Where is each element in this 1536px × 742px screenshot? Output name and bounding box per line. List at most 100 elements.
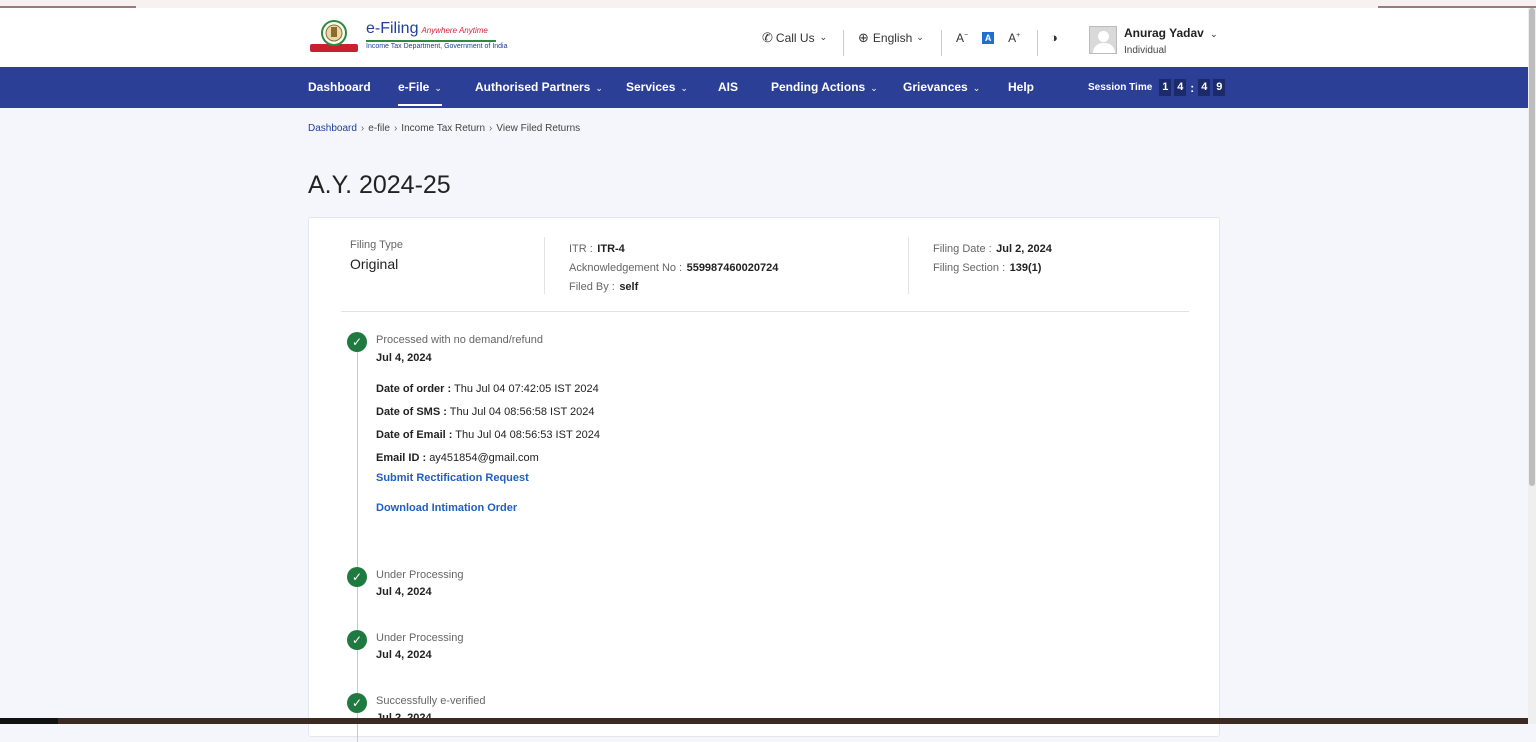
language-label: English — [872, 30, 913, 45]
filing-date-block: Filing Date : Jul 2, 2024 Filing Section… — [933, 239, 1052, 277]
logo-underline — [366, 40, 496, 42]
email-date-value: Thu Jul 04 08:56:53 IST 2024 — [455, 429, 601, 441]
email-value: ay451854@gmail.com — [429, 452, 539, 464]
session-colon: : — [1190, 80, 1195, 95]
timeline-date: Jul 4, 2024 — [376, 352, 432, 364]
nav-item-services[interactable]: Services ⌄ — [626, 67, 688, 108]
email-id: Email ID : ay451854@gmail.com — [376, 452, 539, 464]
chevron-down-icon: ⌄ — [434, 83, 442, 93]
site-header: e-Filing Anywhere Anytime Income Tax Depa… — [0, 8, 1528, 67]
breadcrumb-separator: › — [489, 123, 493, 134]
order-value: Thu Jul 04 07:42:05 IST 2024 — [454, 383, 599, 395]
itr-label: ITR : — [569, 243, 593, 255]
order-label: Date of order : — [376, 383, 452, 395]
nav-item-dashboard[interactable]: Dashboard — [308, 67, 371, 108]
breadcrumb-separator: › — [360, 123, 365, 134]
scrollbar-thumb[interactable] — [1529, 8, 1535, 486]
font-default-button[interactable]: A — [982, 31, 995, 44]
efiling-logo[interactable]: e-Filing Anywhere Anytime Income Tax Depa… — [308, 16, 508, 58]
language-selector[interactable]: ⊕ English ⌄ — [858, 8, 924, 67]
national-emblem-icon — [310, 20, 358, 52]
avatar-body — [1093, 43, 1115, 53]
session-label: Session Time — [1088, 82, 1153, 93]
chevron-down-icon: ⌄ — [595, 83, 603, 93]
timeline-date: Jul 4, 2024 — [376, 649, 432, 661]
header-divider — [843, 30, 844, 56]
nav-item-efile[interactable]: e-File ⌄ — [398, 67, 442, 108]
timeline-status: Under Processing — [376, 569, 464, 581]
nav-label: Dashboard — [308, 80, 371, 94]
nav-item-pending-actions[interactable]: Pending Actions ⌄ — [771, 67, 878, 108]
nav-item-grievances[interactable]: Grievances ⌄ — [903, 67, 980, 108]
chevron-down-icon: ⌄ — [819, 32, 828, 42]
check-icon: ✓ — [347, 630, 367, 650]
timeline-date: Jul 4, 2024 — [376, 586, 432, 598]
nav-label: Pending Actions — [771, 80, 866, 94]
logo-tagline: Anywhere Anytime — [421, 26, 488, 35]
timeline-status: Under Processing — [376, 632, 464, 644]
font-decrease-button[interactable]: A− — [956, 31, 968, 45]
font-decrease-label: A — [956, 30, 965, 45]
chevron-down-icon: ⌄ — [972, 83, 981, 93]
email-label: Email ID : — [376, 452, 427, 464]
download-intimation-link[interactable]: Download Intimation Order — [376, 502, 517, 514]
filing-date-label: Filing Date : — [933, 243, 992, 255]
chevron-down-icon: ⌄ — [916, 32, 924, 42]
nav-item-ais[interactable]: AIS — [718, 67, 738, 108]
breadcrumb-separator: › — [393, 123, 398, 134]
session-digit: 4 — [1198, 79, 1211, 96]
filed-by-label: Filed By : — [569, 281, 615, 293]
date-of-order: Date of order : Thu Jul 04 07:42:05 IST … — [376, 383, 599, 395]
check-icon: ✓ — [347, 567, 367, 587]
header-divider — [1037, 30, 1038, 56]
call-us-label: Call Us — [775, 30, 815, 45]
main-nav: Dashboard e-File ⌄ Authorised Partners ⌄ S… — [0, 67, 1528, 108]
filing-type-label: Filing Type — [350, 239, 403, 251]
browser-top-strip — [0, 0, 1536, 8]
breadcrumb-dashboard[interactable]: Dashboard — [308, 123, 357, 134]
globe-icon: ⊕ — [858, 29, 869, 45]
breadcrumb: Dashboard › e-file › Income Tax Return › View … — [308, 123, 580, 134]
call-us-button[interactable]: ✆ Call Us ⌄ — [762, 8, 827, 67]
timeline-line — [357, 342, 358, 742]
check-icon: ✓ — [347, 332, 367, 352]
chevron-down-icon: ⌄ — [870, 83, 878, 93]
ack-label: Acknowledgement No : — [569, 262, 683, 274]
user-name: Anurag Yadav — [1124, 26, 1204, 40]
taskbar-strip — [0, 718, 1528, 724]
contrast-toggle-icon[interactable]: ◑ — [1050, 8, 1058, 67]
avatar-head — [1098, 31, 1109, 42]
filing-section-value: 139(1) — [1009, 262, 1042, 274]
breadcrumb-efile: e-file — [368, 123, 390, 134]
session-digit: 9 — [1213, 79, 1226, 96]
font-increase-button[interactable]: A+ — [1008, 31, 1020, 45]
nav-item-help[interactable]: Help — [1008, 67, 1034, 108]
session-timer: Session Time 1 4 : 4 9 — [1088, 79, 1226, 96]
check-icon: ✓ — [347, 693, 367, 713]
return-details-card: Filing Type Original ITR : ITR-4 Acknowl… — [308, 217, 1220, 742]
filed-by-value: self — [619, 281, 639, 293]
nav-label: Authorised Partners — [475, 80, 591, 94]
user-menu[interactable]: Anurag Yadav ⌄ — [1124, 26, 1218, 40]
nav-label: e-File — [398, 80, 430, 94]
submit-rectification-link[interactable]: Submit Rectification Request — [376, 472, 529, 484]
timeline-status: Processed with no demand/refund — [376, 334, 543, 346]
logo-title-text: e-Filing — [366, 20, 419, 37]
logo-subtitle: Income Tax Department, Government of Ind… — [366, 43, 508, 50]
font-increase-label: A — [1008, 30, 1017, 45]
timeline-status: Successfully e-verified — [376, 695, 486, 707]
avatar[interactable] — [1089, 26, 1117, 54]
date-of-sms: Date of SMS : Thu Jul 04 08:56:58 IST 20… — [376, 406, 595, 418]
nav-label: AIS — [718, 80, 739, 94]
logo-title: e-Filing Anywhere Anytime — [366, 20, 488, 38]
page-scrollbar[interactable] — [1528, 8, 1536, 724]
ack-value: 559987460020724 — [686, 262, 779, 274]
itr-value: ITR-4 — [597, 243, 625, 255]
column-divider — [908, 237, 909, 294]
user-role: Individual — [1124, 45, 1167, 56]
breadcrumb-income-tax-return: Income Tax Return — [401, 123, 486, 134]
session-digit: 1 — [1159, 79, 1172, 96]
chevron-down-icon: ⌄ — [680, 83, 688, 93]
nav-item-authorised-partners[interactable]: Authorised Partners ⌄ — [475, 67, 603, 108]
filing-section-label: Filing Section : — [933, 262, 1006, 274]
